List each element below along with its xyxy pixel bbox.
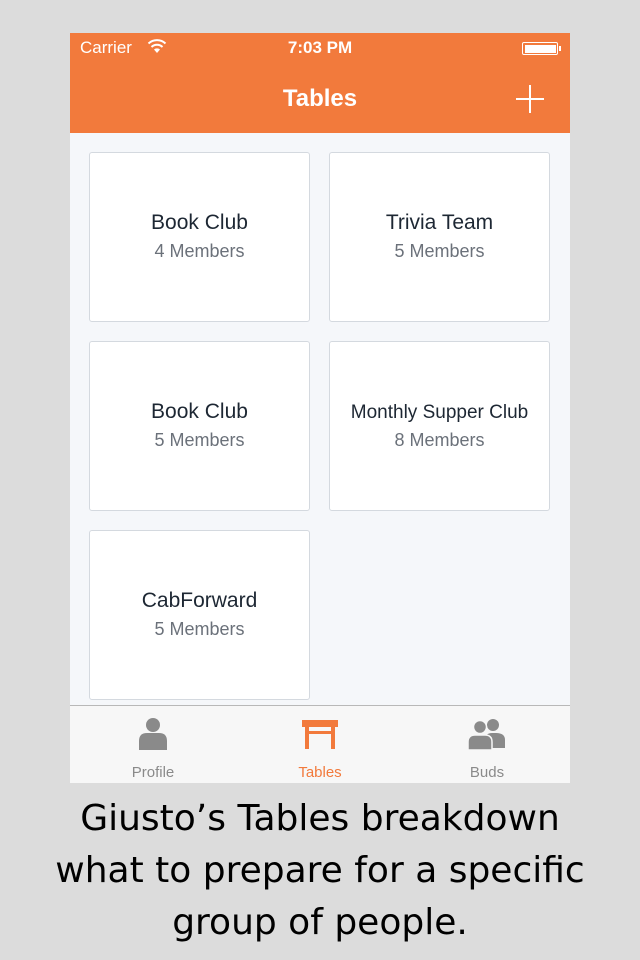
caption-line: Giusto’s Tables breakdown: [80, 798, 560, 839]
member-count: 5 Members: [394, 241, 485, 261]
navigation-bar: Carrier 7:03 PM Tables: [70, 33, 570, 133]
tab-tables[interactable]: Tables: [237, 706, 403, 783]
caption: Giusto’s Tables breakdown what to prepar…: [0, 793, 640, 949]
table-card[interactable]: Book Club 5 Members: [89, 341, 310, 511]
table-card[interactable]: Monthly Supper Club 8 Members: [329, 341, 550, 511]
member-count: 5 Members: [154, 430, 245, 450]
table-name: CabForward: [141, 589, 258, 612]
clock: 7:03 PM: [287, 38, 353, 57]
status-bar: Carrier 7:03 PM: [70, 33, 570, 63]
table-icon: [302, 720, 338, 749]
member-count: 5 Members: [154, 619, 245, 639]
member-count: 4 Members: [154, 241, 245, 261]
table-card[interactable]: Trivia Team 5 Members: [329, 152, 550, 322]
table-name: Book Club: [151, 211, 248, 234]
tab-buds[interactable]: Buds: [404, 706, 570, 783]
tab-profile[interactable]: Profile: [70, 706, 236, 783]
phone-screen: Carrier 7:03 PM Tables Book Club 4 Membe…: [70, 33, 570, 783]
tab-bar: Profile Tables Buds: [70, 705, 570, 783]
table-card[interactable]: Book Club 4 Members: [89, 152, 310, 322]
page-title: Tables: [282, 85, 358, 112]
battery-icon: [522, 42, 561, 55]
caption-line: group of people.: [172, 902, 468, 943]
tab-label: Tables: [298, 764, 342, 781]
plus-icon[interactable]: [514, 83, 546, 115]
table-name: Monthly Supper Club: [350, 402, 529, 423]
table-name: Trivia Team: [385, 211, 494, 234]
tab-label: Buds: [469, 764, 505, 781]
person-icon: [139, 718, 167, 750]
tab-label: Profile: [131, 764, 175, 781]
group-icon: [467, 719, 505, 751]
caption-line: what to prepare for a specific: [55, 850, 585, 891]
member-count: 8 Members: [394, 430, 485, 450]
table-name: Book Club: [151, 400, 248, 423]
table-card[interactable]: CabForward 5 Members: [89, 530, 310, 700]
